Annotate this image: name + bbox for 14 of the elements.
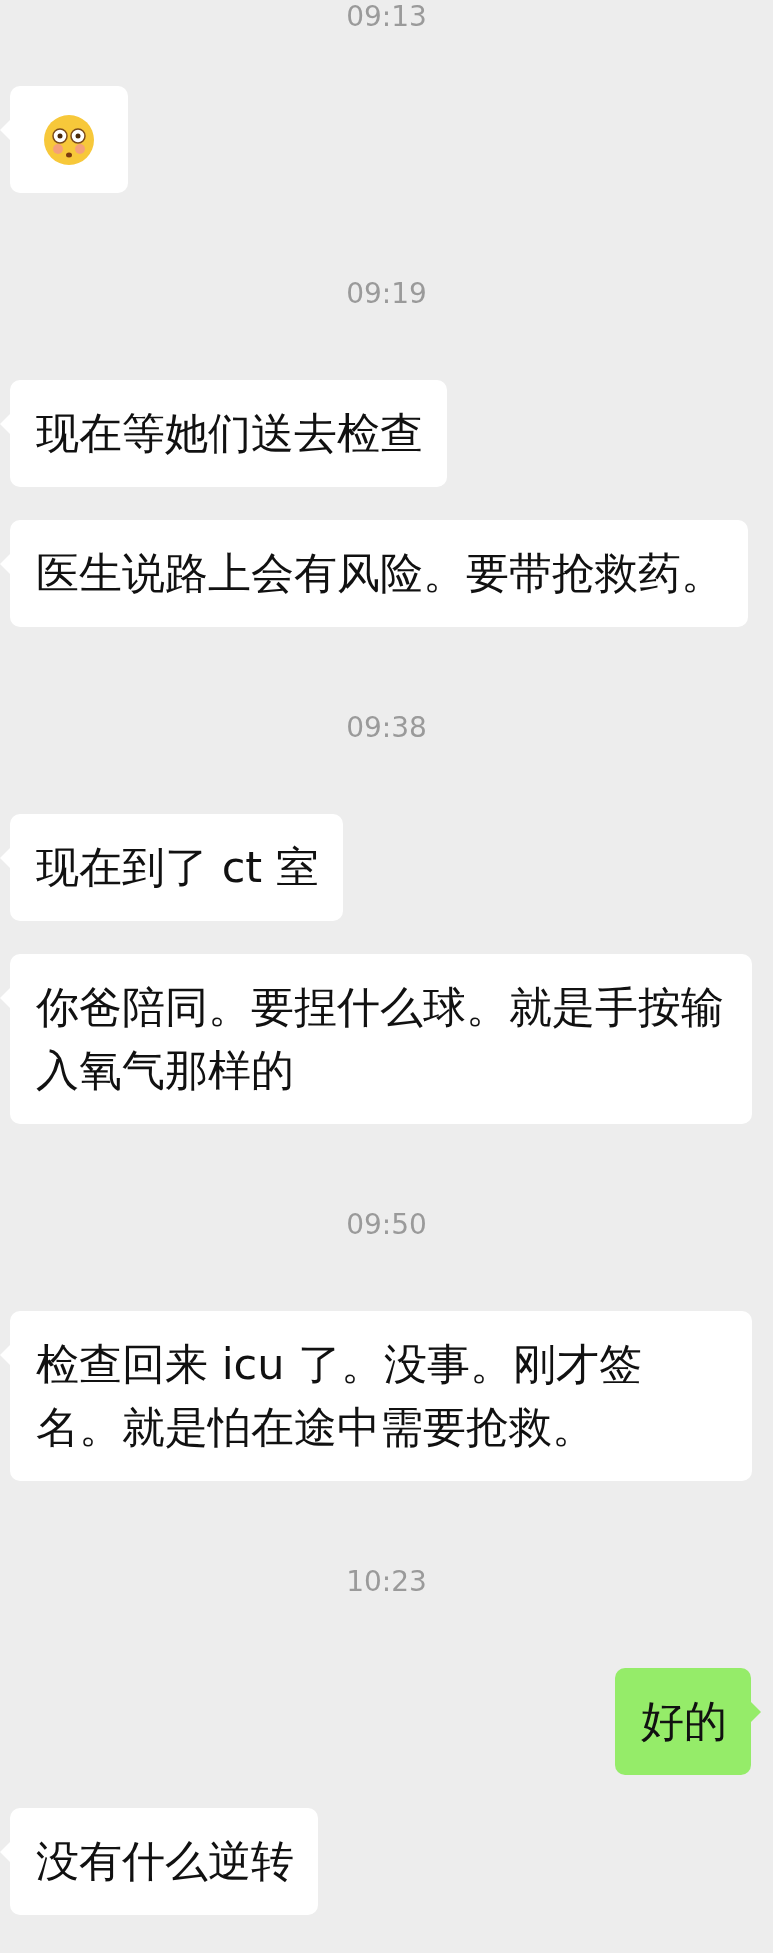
timestamp: 09:13 (346, 0, 427, 34)
timestamp: 09:19 (346, 277, 427, 311)
message-bubble: 检查回来 icu 了。没事。刚才签名。就是怕在途中需要抢救。 (10, 1311, 752, 1481)
message-bubble: 现在到了 ct 室 (10, 814, 343, 921)
message-bubble: 没有什么逆转 (10, 1808, 318, 1915)
message-bubble: 好的 (615, 1668, 751, 1775)
message-bubble: 你爸陪同。要捏什么球。就是手按输入氧气那样的 (10, 954, 752, 1124)
flushed-emoji-icon (43, 113, 95, 166)
message-bubble: 现在等她们送去检查 (10, 380, 447, 487)
timestamp: 09:50 (346, 1208, 427, 1242)
message-bubble: 医生说路上会有风险。要带抢救药。 (10, 520, 748, 627)
timestamp: 09:38 (346, 711, 427, 745)
bubble-tail (751, 1702, 761, 1722)
timestamp: 10:23 (346, 1565, 427, 1599)
